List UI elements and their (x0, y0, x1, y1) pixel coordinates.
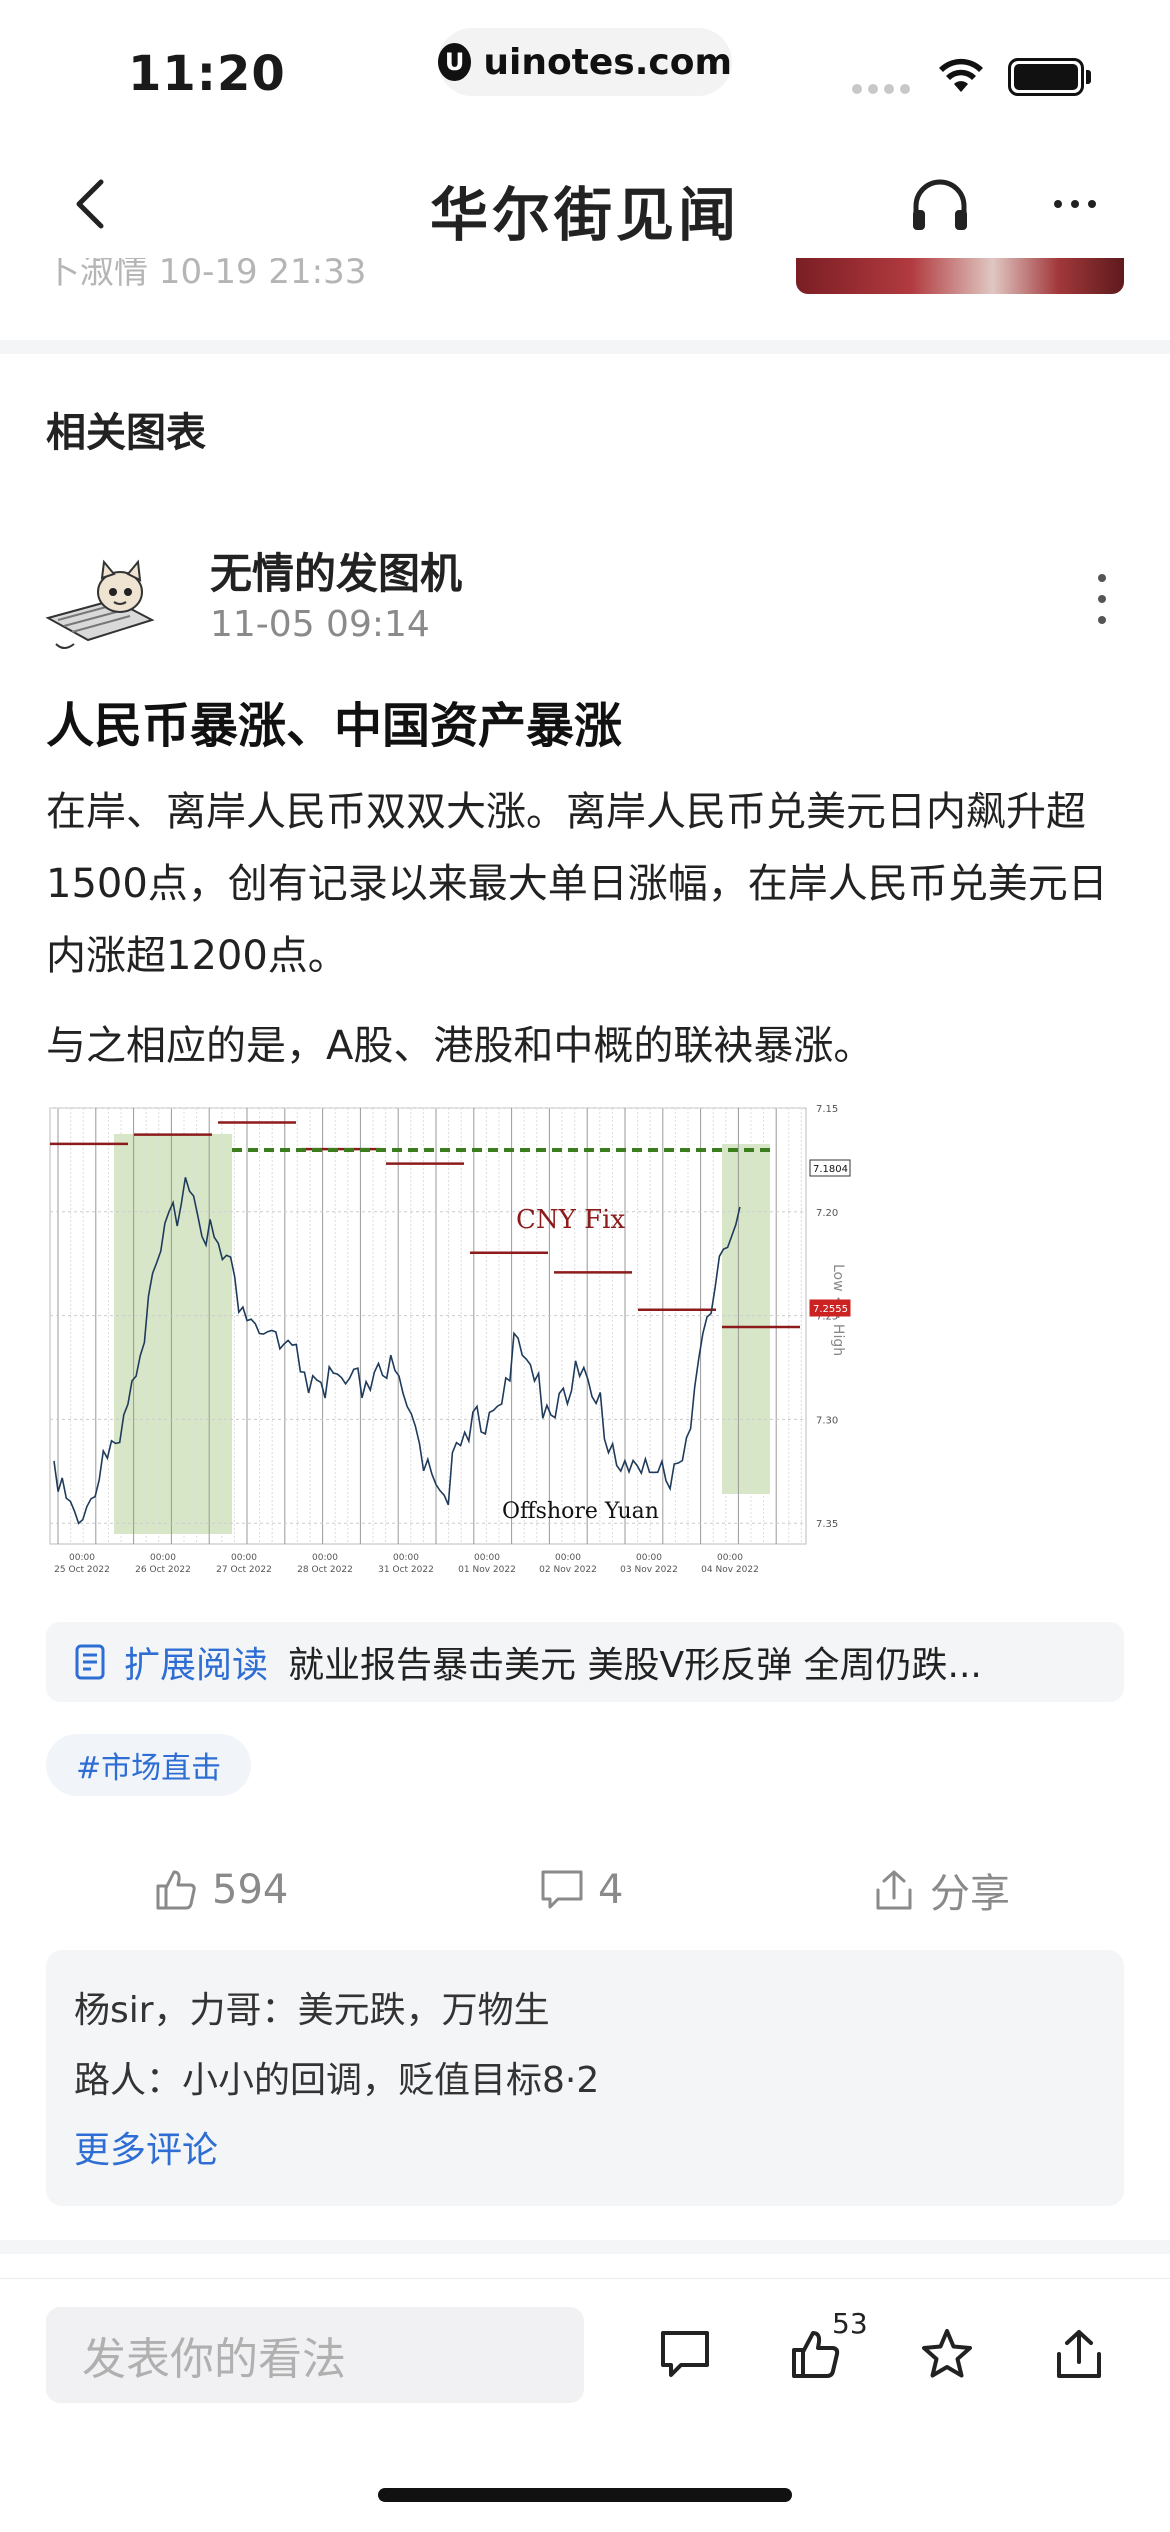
current-value-label: 7.1804 (813, 1164, 848, 1175)
x-tick-label: 00:00 (150, 1553, 176, 1563)
x-tick-label: 02 Nov 2022 (539, 1565, 597, 1575)
site-logo-icon: U (438, 43, 472, 81)
x-tick-label: 01 Nov 2022 (458, 1565, 516, 1575)
x-tick-label: 00:00 (474, 1553, 500, 1563)
chart-shaded-band (722, 1144, 770, 1494)
peek-thumbnail[interactable] (796, 258, 1124, 294)
extended-reading-link[interactable]: 扩展阅读 就业报告暴击美元 美股V形反弹 全周仍跌... (46, 1622, 1124, 1702)
x-tick-label: 00:00 (393, 1553, 419, 1563)
like-count: 594 (212, 1867, 289, 1913)
top-nav: 华尔街见闻 (0, 150, 1170, 270)
comment-item[interactable]: 杨sir，力哥：美元跌，万物生 (74, 1976, 1096, 2046)
section-divider (0, 340, 1170, 354)
y-tick-label: 7.30 (816, 1415, 838, 1426)
headset-icon (913, 179, 967, 230)
like-badge-count: 53 (832, 2307, 868, 2340)
comment-author: 路人： (74, 2060, 183, 2101)
extended-reading-label: 扩展阅读 (124, 1645, 269, 1686)
x-tick-label: 00:00 (312, 1553, 338, 1563)
url-pill[interactable]: U uinotes.com (438, 28, 732, 96)
x-tick-label: 00:00 (717, 1553, 743, 1563)
thumbs-up-icon (156, 1870, 196, 1910)
y-tick-label: 7.35 (816, 1519, 838, 1530)
battery-icon (1008, 58, 1084, 96)
x-tick-label: 04 Nov 2022 (701, 1565, 759, 1575)
section-title: 相关图表 (46, 410, 206, 456)
x-tick-label: 00:00 (636, 1553, 662, 1563)
x-tick-label: 31 Oct 2022 (378, 1565, 434, 1575)
chart-image[interactable]: 7.15 7.20 7.25 7.30 7.35 CNY Fix Offshore Yuan… (46, 1104, 852, 1590)
cat-keyboard-avatar-icon (45, 559, 155, 649)
comment-icon (541, 1870, 583, 1909)
x-tick-label: 00:00 (69, 1553, 95, 1563)
post-title: 人民币暴涨、中国资产暴涨 (46, 698, 623, 754)
x-tick-label: 03 Nov 2022 (620, 1565, 678, 1575)
topic-tag[interactable]: #市场直击 (46, 1734, 252, 1796)
comment-text: 小小的回调，贬值目标8·2 (182, 2060, 600, 2101)
comment-author: 杨sir，力哥： (74, 1990, 298, 2031)
share-icon (876, 1870, 912, 1910)
post-paragraph: 在岸、离岸人民币双双大涨。离岸人民币兑美元日内飙升超1500点，创有记录以来最大… (46, 789, 1108, 979)
home-indicator (378, 2488, 792, 2502)
comment-icon[interactable] (650, 2319, 720, 2389)
offshore-yuan-chart: 7.157.207.257.307.35CNY FixOffshore Yuan… (49, 1104, 851, 1575)
current-value-label: 7.2555 (813, 1304, 848, 1315)
status-time: 11:20 (128, 46, 286, 102)
like-button[interactable]: 594 (154, 1850, 288, 1930)
annotation-cny-fix: CNY Fix (516, 1205, 625, 1235)
x-tick-label: 28 Oct 2022 (297, 1565, 353, 1575)
star-icon[interactable] (912, 2319, 982, 2389)
document-icon (75, 1644, 105, 1680)
x-tick-label: 25 Oct 2022 (54, 1565, 110, 1575)
comment-count: 4 (598, 1867, 624, 1913)
url-text: uinotes.com (483, 41, 732, 83)
post-actions: 594 4 分享 (0, 1850, 1170, 1930)
comment-text: 美元跌，万物生 (297, 1990, 550, 2031)
status-bar: 11:20 U uinotes.com (0, 0, 1170, 150)
more-dots-icon[interactable] (1040, 172, 1110, 236)
comment-item[interactable]: 路人：小小的回调，贬值目标8·2 (74, 2046, 1096, 2116)
x-tick-label: 26 Oct 2022 (135, 1565, 191, 1575)
extended-reading-title: 就业报告暴击美元 美股V形反弹 全周仍跌... (288, 1645, 982, 1686)
page-title: 华尔街见闻 (429, 181, 740, 249)
x-tick-label: 27 Oct 2022 (216, 1565, 272, 1575)
post-time: 11-05 09:14 (210, 604, 430, 645)
avatar[interactable] (44, 548, 166, 654)
comment-preview: 杨sir，力哥：美元跌，万物生 路人：小小的回调，贬值目标8·2 更多评论 (46, 1950, 1124, 2206)
share-button[interactable]: 分享 (872, 1850, 1010, 1930)
post-paragraph-2: 与之相应的是，A股、港股和中概的联袂暴涨。 (46, 1023, 874, 1069)
share-icon[interactable] (1044, 2319, 1114, 2389)
chart-shaded-band (114, 1134, 232, 1534)
comment-button[interactable]: 4 (540, 1850, 623, 1930)
previous-item-peek: 卜淑情 10-19 21:33 (0, 258, 1170, 300)
post-more-icon[interactable] (1090, 574, 1114, 624)
y-tick-label: 7.20 (816, 1208, 838, 1219)
y-tick-label: 7.15 (816, 1104, 838, 1115)
peek-text: 卜淑情 10-19 21:33 (46, 258, 367, 292)
author-name[interactable]: 无情的发图机 (210, 540, 462, 601)
section-divider (0, 2240, 1170, 2254)
x-tick-label: 00:00 (231, 1553, 257, 1563)
comment-input[interactable]: 发表你的看法 (46, 2307, 584, 2403)
x-tick-label: 00:00 (555, 1553, 581, 1563)
annotation-offshore-yuan: Offshore Yuan (502, 1499, 659, 1524)
share-label: 分享 (930, 1871, 1010, 1917)
headset-button[interactable] (908, 174, 972, 238)
cellular-signal-icon (852, 84, 910, 94)
more-comments-link[interactable]: 更多评论 (74, 2116, 1096, 2186)
wifi-icon (939, 58, 983, 92)
